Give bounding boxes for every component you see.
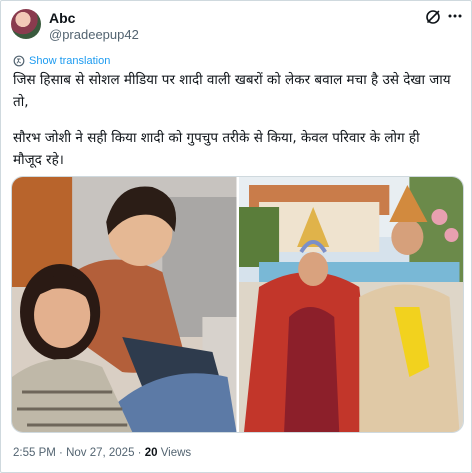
tweet-text: जिस हिसाब से सोशल मीडिया पर शादी वाली खब…: [13, 69, 463, 171]
more-icon[interactable]: [447, 8, 463, 24]
avatar[interactable]: [11, 9, 41, 39]
wedding-ceremony-image: [238, 177, 463, 432]
tweet-line: जिस हिसाब से सोशल मीडिया पर शादी वाली खब…: [13, 72, 451, 88]
views-label: Views: [157, 447, 192, 459]
show-translation-label[interactable]: Show translation: [29, 55, 110, 67]
tweet-meta: 2:55 PM · Nov 27, 2025 · 20 Views: [13, 447, 191, 459]
user-handle[interactable]: @pradeepup42: [49, 27, 139, 42]
tweet-line: सौरभ जोशी ने सही किया शादी को गुपचुप तरी…: [13, 130, 420, 146]
couple-selfie-image: [12, 177, 237, 432]
tweet-line: तो,: [13, 94, 29, 110]
grok-icon[interactable]: [425, 9, 441, 25]
tweet-line: मौजूद रहे।: [13, 152, 64, 168]
tweet-time[interactable]: 2:55 PM: [13, 447, 56, 459]
meta-separator: ·: [55, 447, 67, 459]
photo-right[interactable]: [238, 177, 463, 432]
views-count: 20: [144, 447, 158, 459]
display-name[interactable]: Abc: [49, 10, 75, 26]
photo-left[interactable]: [12, 177, 237, 432]
media-grid[interactable]: [11, 176, 464, 433]
show-translation-link[interactable]: Show translation: [13, 53, 110, 69]
tweet-card[interactable]: Abc @pradeepup42 Show translation जिस हि…: [0, 0, 472, 473]
translate-icon: [13, 55, 25, 67]
tweet-date[interactable]: Nov 27, 2025: [66, 447, 134, 459]
meta-separator: ·: [134, 447, 145, 459]
